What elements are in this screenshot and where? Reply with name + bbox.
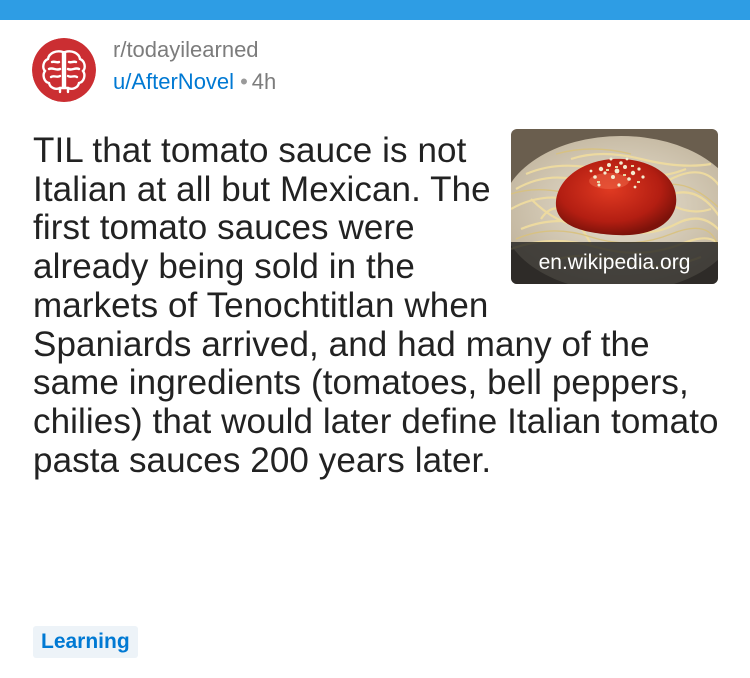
top-accent-bar [0, 0, 750, 20]
brain-icon [32, 38, 96, 102]
post-age: 4h [251, 69, 277, 94]
post-title[interactable]: TIL that tomato sauce is not Italian at … [33, 131, 723, 480]
thumbnail-spacer [505, 132, 723, 314]
subreddit-name[interactable]: r/todayilearned [113, 36, 259, 64]
meta-separator: • [240, 69, 248, 94]
subreddit-avatar[interactable] [32, 38, 96, 102]
post-flair[interactable]: Learning [33, 626, 138, 658]
post-meta: u/AfterNovel • 4h [113, 68, 276, 96]
author-username[interactable]: u/AfterNovel [113, 69, 234, 94]
